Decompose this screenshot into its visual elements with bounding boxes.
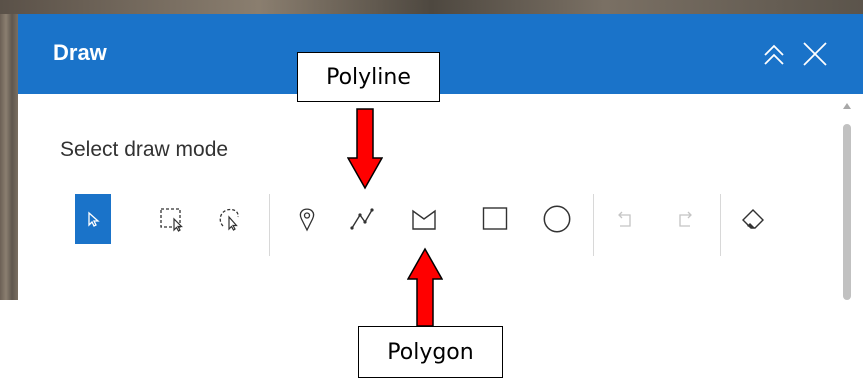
redo-button[interactable]: [668, 194, 704, 244]
red-down-arrow: [347, 108, 383, 190]
lasso-select-tool-button[interactable]: [212, 194, 248, 244]
rectangle-tool-button[interactable]: [477, 194, 513, 244]
scrollbar-thumb[interactable]: [843, 124, 851, 300]
map-background-top: [0, 0, 863, 14]
toolbar-separator: [269, 194, 270, 256]
point-tool-button[interactable]: [289, 194, 325, 244]
undo-button[interactable]: [606, 194, 642, 244]
erase-tool-button[interactable]: [735, 194, 771, 244]
red-up-arrow: [407, 247, 443, 327]
select-tool-button[interactable]: [75, 194, 111, 244]
circle-icon: [543, 205, 571, 233]
rectangle-icon: [482, 207, 508, 230]
undo-icon: [618, 211, 631, 227]
panel-header: Draw: [18, 14, 863, 94]
redo-icon: [679, 211, 692, 227]
polyline-callout: Polyline: [297, 52, 440, 102]
vertical-scrollbar[interactable]: [840, 99, 854, 300]
polyline-icon: [350, 208, 374, 230]
panel-title: Draw: [53, 40, 107, 65]
polygon-callout: Polygon: [358, 326, 503, 378]
scroll-up-arrow-icon[interactable]: [842, 101, 852, 111]
polygon-icon: [412, 209, 436, 230]
cursor-icon: [88, 211, 100, 227]
circle-tool-button[interactable]: [539, 194, 575, 244]
close-icon: [803, 42, 827, 66]
collapse-button[interactable]: [760, 40, 788, 68]
rectangle-select-icon: [160, 208, 183, 232]
double-chevron-up-icon: [764, 44, 784, 65]
draw-mode-label: Select draw mode: [60, 138, 229, 161]
polygon-tool-button[interactable]: [406, 194, 442, 244]
eraser-icon: [742, 209, 764, 229]
toolbar-separator: [593, 194, 594, 256]
polyline-tool-button[interactable]: [344, 194, 380, 244]
toolbar-separator: [720, 194, 721, 256]
map-pin-icon: [299, 208, 315, 232]
lasso-select-icon: [219, 208, 239, 231]
close-button[interactable]: [801, 40, 829, 68]
rectangle-select-tool-button[interactable]: [154, 194, 190, 244]
